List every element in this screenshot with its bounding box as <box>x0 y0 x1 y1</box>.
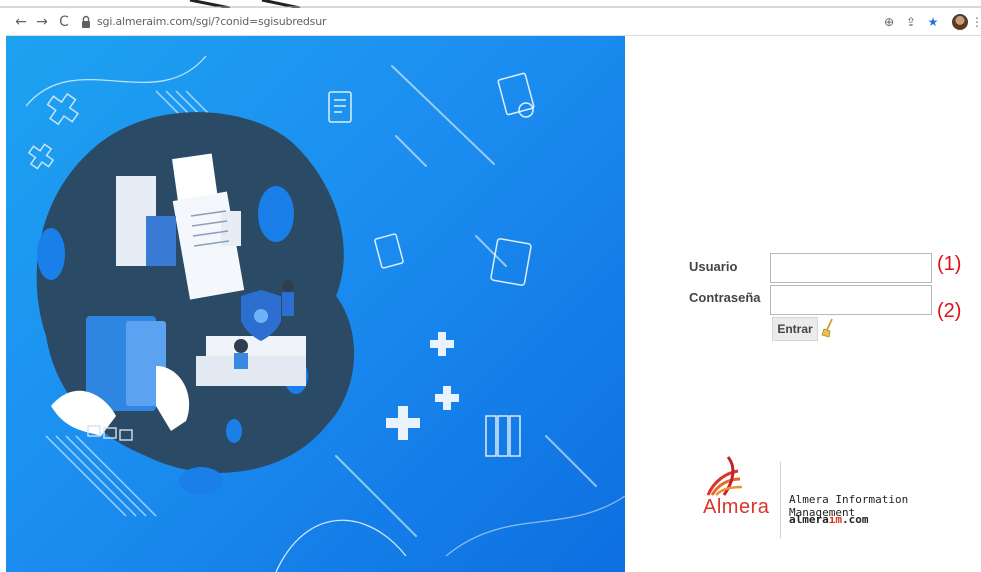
zoom-icon[interactable]: ⊕ <box>881 14 897 30</box>
usuario-input[interactable] <box>770 253 932 283</box>
top-decoration <box>0 0 981 8</box>
entrar-button[interactable]: Entrar <box>772 317 818 341</box>
hero-artwork <box>25 55 625 572</box>
contrasena-label: Contraseña <box>689 290 761 305</box>
almera-logo-icon <box>706 456 743 496</box>
almera-logo-text: Almera <box>703 496 770 518</box>
domain-accent: im <box>828 513 842 526</box>
annotation-marker-2: (2) <box>937 300 962 322</box>
address-bar[interactable]: sgi.almeraim.com/sgi/?conid=sgisubredsur <box>97 15 327 28</box>
forward-icon[interactable]: → <box>33 13 51 31</box>
domain-prefix: almera <box>789 513 829 526</box>
company-domain[interactable]: almeraim.com <box>789 513 869 526</box>
reload-icon[interactable]: C <box>55 13 73 31</box>
clear-broom-icon[interactable] <box>821 317 835 339</box>
share-icon[interactable]: ⇪ <box>903 14 919 30</box>
hero-illustration <box>6 36 625 572</box>
domain-suffix: .com <box>842 513 869 526</box>
menu-icon[interactable]: ⋮ <box>969 14 981 30</box>
lock-icon <box>82 15 90 28</box>
browser-toolbar: ← → C sgi.almeraim.com/sgi/?conid=sgisub… <box>6 10 981 36</box>
annotation-marker-1: (1) <box>937 253 962 275</box>
profile-avatar[interactable] <box>952 14 968 30</box>
usuario-label: Usuario <box>689 259 738 274</box>
bookmark-star-icon[interactable]: ★ <box>925 14 941 30</box>
back-icon[interactable]: ← <box>12 13 30 31</box>
brand-divider <box>780 462 781 538</box>
contrasena-input[interactable] <box>770 285 932 315</box>
